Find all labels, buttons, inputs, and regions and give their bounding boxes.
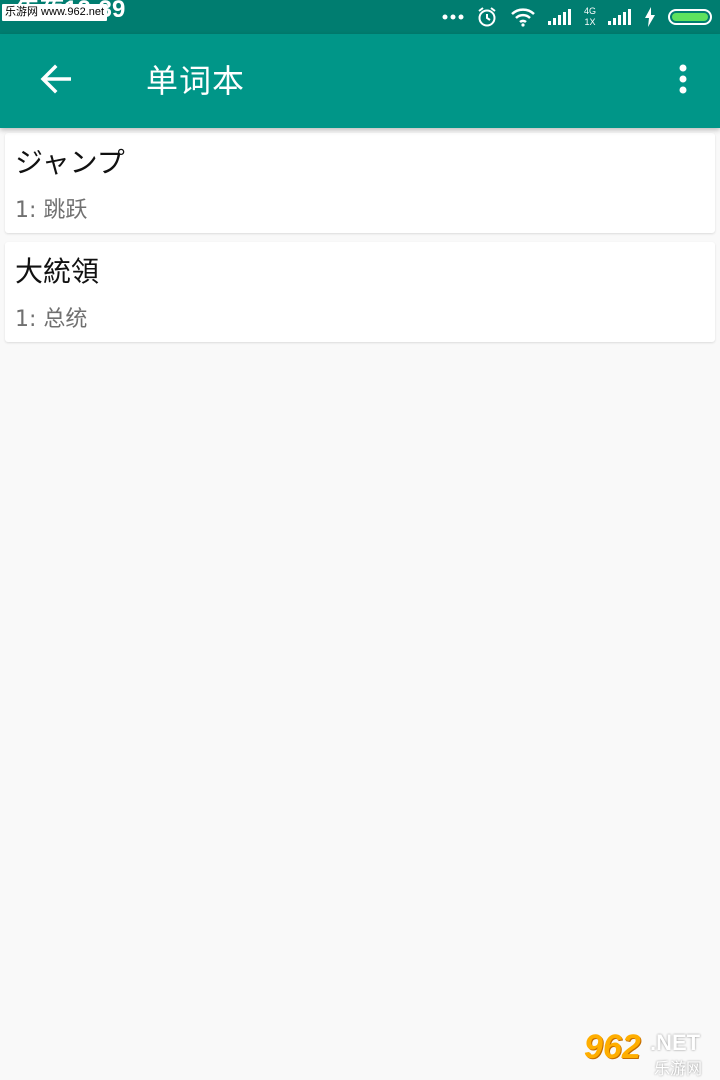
signal-strength-icon [547, 9, 572, 25]
page-title: 单词本 [146, 62, 246, 100]
word-card[interactable]: 大統領 1: 总统 [5, 242, 715, 342]
charging-icon [644, 7, 656, 27]
watermark-label: 乐游网 www.962.net [2, 4, 108, 21]
word-card[interactable]: ジャンプ 1: 跳跃 [5, 133, 715, 233]
wifi-icon [510, 7, 536, 27]
network-type-label: 4G [583, 6, 596, 16]
network-rate-label: 1X [584, 17, 596, 27]
back-button[interactable] [26, 51, 86, 111]
status-bar: 午夜12:39 乐游网 www.962.net 4G 1X [0, 0, 720, 34]
battery-level [672, 13, 708, 21]
network-type-icon: 4G 1X [584, 7, 596, 27]
word-definition: 1: 跳跃 [15, 198, 88, 223]
word-definition: 1: 总统 [15, 307, 88, 332]
watermark-logo: 962 .NET 乐游网 [578, 1028, 716, 1078]
signal-strength-icon-2 [608, 9, 632, 25]
logo-number: 962 [584, 1028, 641, 1066]
battery-icon [668, 9, 712, 25]
alarm-icon [476, 6, 498, 28]
word-term: ジャンプ [15, 146, 125, 179]
arrow-left-icon [39, 64, 73, 98]
status-icons: 4G 1X [442, 4, 712, 30]
app-bar: 单词本 [0, 34, 720, 128]
word-term: 大統領 [15, 255, 100, 288]
logo-suffix: .NET [650, 1030, 701, 1055]
more-options-button[interactable] [670, 56, 696, 106]
logo-subtitle: 乐游网 [654, 1059, 703, 1078]
more-dots-icon [442, 14, 464, 20]
more-vertical-icon [678, 64, 688, 98]
